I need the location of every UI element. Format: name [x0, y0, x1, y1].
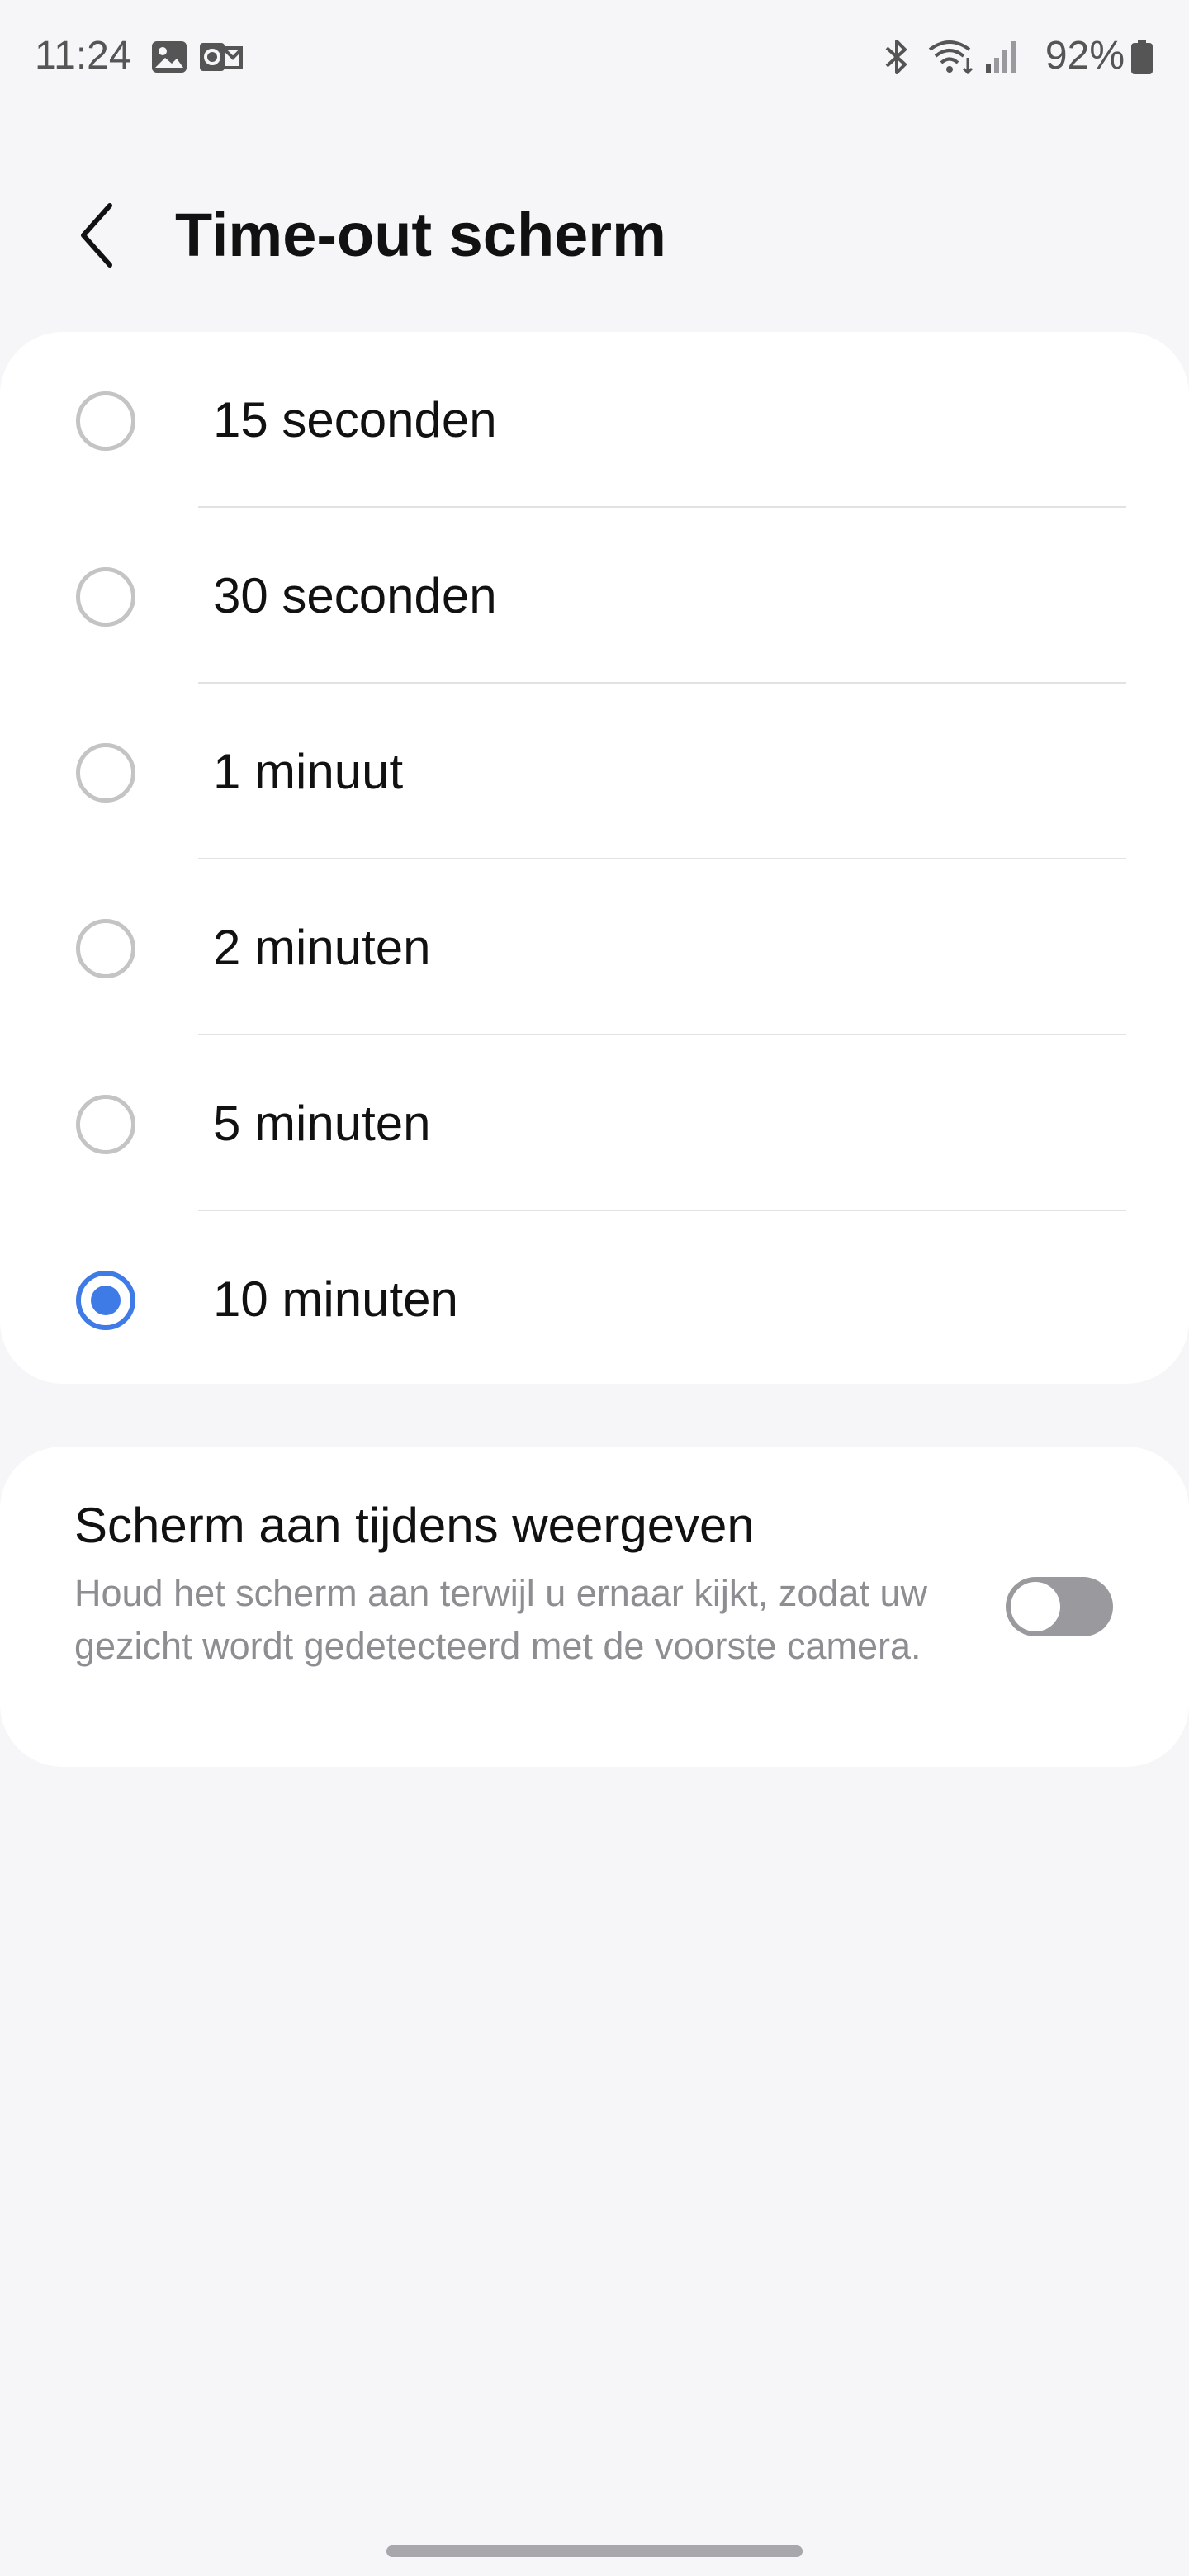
signal-icon	[984, 38, 1017, 76]
radio-button[interactable]	[76, 1095, 135, 1154]
option-label: 2 minuten	[213, 920, 431, 975]
option-label: 30 seconden	[213, 568, 497, 623]
keep-screen-on-title: Scherm aan tijdens weergeven	[74, 1498, 755, 1553]
option-30-seconds[interactable]: 30 seconden	[0, 508, 1189, 684]
option-15-seconds[interactable]: 15 seconden	[0, 332, 1189, 508]
radio-button[interactable]	[76, 567, 135, 627]
gesture-navigation-bar[interactable]	[386, 2545, 803, 2557]
keep-screen-on-description: Houd het scherm aan terwijl u ernaar kij…	[74, 1572, 927, 1667]
option-2-minutes[interactable]: 2 minuten	[0, 859, 1189, 1035]
battery-percent: 92%	[1045, 34, 1125, 78]
outlook-icon	[198, 38, 244, 76]
toggle-knob	[1011, 1582, 1060, 1631]
chevron-left-icon	[81, 203, 112, 268]
option-label: 1 minuut	[213, 744, 404, 799]
option-label: 15 seconden	[213, 392, 497, 447]
status-time: 11:24	[35, 34, 131, 78]
radio-button-selected[interactable]	[76, 1271, 135, 1330]
battery-icon	[1130, 38, 1154, 76]
option-label: 10 minuten	[213, 1271, 458, 1327]
timeout-options-card: 15 seconden 30 seconden 1 minuut 2 minut…	[0, 332, 1189, 1384]
option-5-minutes[interactable]: 5 minuten	[0, 1035, 1189, 1211]
wifi-icon	[926, 38, 976, 76]
back-button[interactable]	[59, 190, 134, 281]
bluetooth-icon	[880, 38, 913, 76]
radio-button[interactable]	[76, 919, 135, 978]
radio-button[interactable]	[76, 743, 135, 803]
keep-screen-on-toggle[interactable]	[1006, 1577, 1113, 1636]
page-title: Time-out scherm	[175, 201, 666, 269]
option-label: 5 minuten	[213, 1096, 431, 1151]
option-10-minutes[interactable]: 10 minuten	[0, 1211, 1189, 1387]
radio-button[interactable]	[76, 391, 135, 451]
option-1-minute[interactable]: 1 minuut	[0, 684, 1189, 859]
gallery-icon	[149, 38, 190, 76]
status-bar: 11:24 92%	[0, 0, 1189, 116]
